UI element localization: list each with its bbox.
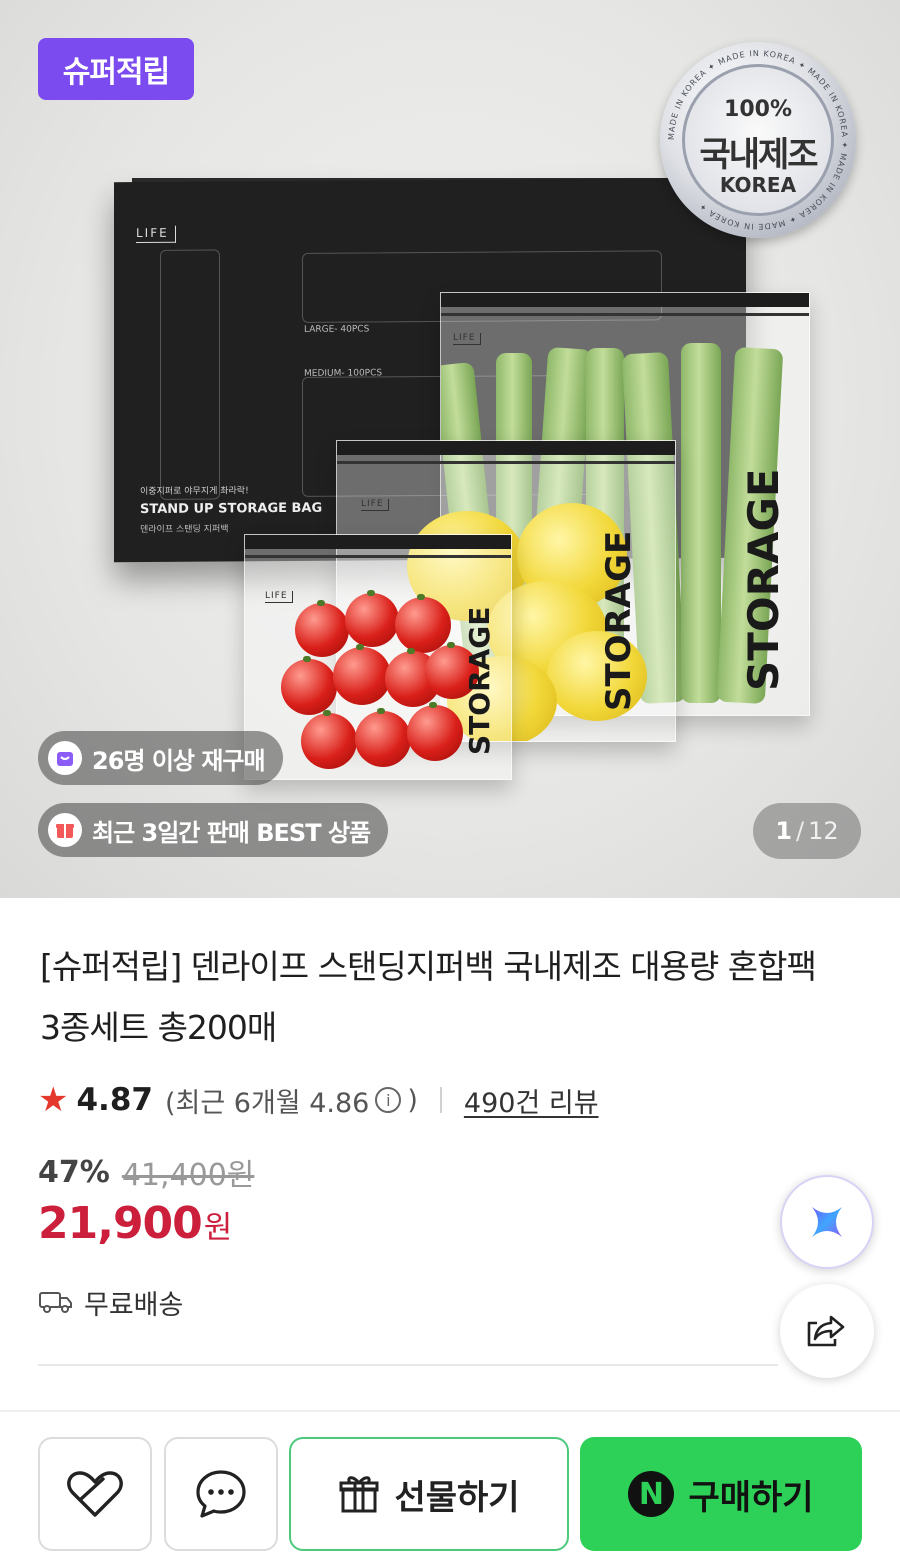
box-logo: LIFE bbox=[136, 225, 176, 244]
like-button[interactable] bbox=[38, 1437, 152, 1551]
tomato bbox=[301, 710, 357, 769]
ai-assistant-button[interactable] bbox=[780, 1175, 874, 1269]
bag-logo: LIFE bbox=[361, 499, 389, 511]
shipping-text: 무료배송 bbox=[84, 1289, 184, 1321]
buy-button[interactable]: N 구매하기 bbox=[580, 1437, 862, 1551]
info-icon[interactable]: i bbox=[375, 1087, 402, 1113]
discount-rate: 47% bbox=[38, 1154, 110, 1190]
tomato bbox=[295, 600, 349, 657]
naver-pay-logo: N bbox=[628, 1471, 675, 1517]
bag-logo: LIFE bbox=[265, 591, 293, 603]
sale-price: 21,900 bbox=[38, 1198, 203, 1249]
best-seller-text: 최근 3일간 판매 BEST 상품 bbox=[92, 818, 371, 847]
box-outline-small bbox=[160, 249, 220, 500]
rating-row: ★ 4.87 (최근 6개월 4.86 i ) 490건 리뷰 bbox=[38, 1076, 599, 1124]
celery-stalk bbox=[681, 343, 721, 703]
price-row: 21,900 원 bbox=[38, 1198, 232, 1249]
image-pager: 1 / 12 bbox=[753, 803, 861, 859]
currency-unit: 원 bbox=[203, 1210, 233, 1246]
share-icon bbox=[807, 1315, 845, 1347]
truck-icon bbox=[39, 1292, 72, 1313]
bottom-bar-divider bbox=[0, 1410, 900, 1412]
tomato bbox=[281, 656, 337, 715]
bag-zipper bbox=[245, 535, 511, 549]
seal-inner: 100% 국내제조 KOREA bbox=[682, 64, 834, 216]
bag-zipper-2 bbox=[337, 461, 675, 464]
super-points-badge: 슈퍼적립 bbox=[38, 38, 194, 100]
tomato bbox=[333, 644, 391, 705]
box-medium-label: MEDIUM- 100PCS bbox=[304, 368, 383, 379]
box-large-label: LARGE- 40PCS bbox=[304, 324, 370, 335]
bag-zipper-2 bbox=[245, 555, 511, 558]
bag-zipper bbox=[441, 293, 809, 307]
chat-button[interactable] bbox=[164, 1437, 278, 1551]
shipping-row: 무료배송 bbox=[38, 1280, 183, 1324]
recent-rating-suffix: ) bbox=[407, 1084, 418, 1116]
star-icon: ★ bbox=[38, 1080, 69, 1120]
tomato bbox=[395, 594, 451, 653]
shopping-bag-icon bbox=[48, 741, 82, 775]
pager-current: 1 bbox=[775, 817, 793, 845]
gift-box-icon bbox=[48, 813, 82, 847]
pager-total: 12 bbox=[808, 817, 839, 845]
gift-icon bbox=[339, 1476, 379, 1513]
box-subtitle-ko: 이중지퍼로 야무지게 촤라락! bbox=[140, 486, 249, 498]
tomato bbox=[345, 590, 399, 647]
box-subtitle-2: 덴라이프 스탠딩 지퍼백 bbox=[140, 524, 229, 536]
chat-bubble-icon bbox=[196, 1470, 246, 1518]
original-price: 41,400원 bbox=[121, 1158, 255, 1193]
buy-label: 구매하기 bbox=[688, 1477, 814, 1518]
bag-storage-text: STORAGE bbox=[599, 530, 639, 711]
repurchase-pill: 26명 이상 재구매 bbox=[38, 731, 283, 785]
bag-storage-text: STORAGE bbox=[463, 606, 496, 755]
product-title: [슈퍼적립] 덴라이프 스탠딩지퍼백 국내제조 대용량 혼합팩 3종세트 총20… bbox=[40, 947, 817, 1047]
product-image-carousel[interactable]: LIFE LARGE- 40PCS MEDIUM- 100PCS 이중지퍼로 야… bbox=[0, 0, 900, 898]
section-divider bbox=[38, 1364, 778, 1366]
gift-button[interactable]: 선물하기 bbox=[289, 1437, 569, 1551]
ai-sparkle-icon bbox=[812, 1207, 842, 1237]
tomato bbox=[355, 708, 411, 767]
seal-percent: 100% bbox=[724, 97, 792, 122]
small-storage-bag: LIFE STORAGE bbox=[244, 534, 512, 780]
rating-score: 4.87 bbox=[76, 1082, 153, 1118]
reviews-link[interactable]: 490건 리뷰 bbox=[464, 1081, 599, 1120]
box-title: STAND UP STORAGE BAG bbox=[140, 500, 323, 518]
bag-zipper-2 bbox=[441, 313, 809, 316]
discount-row: 47% 41,400원 bbox=[38, 1150, 254, 1194]
seal-main-text: 국내제조 bbox=[699, 135, 818, 175]
made-in-korea-seal: MADE IN KOREA ✦ MADE IN KOREA ✦ MADE IN … bbox=[660, 42, 856, 238]
tomato bbox=[407, 702, 463, 761]
recent-rating-prefix: (최근 6개월 4.86 bbox=[164, 1087, 370, 1119]
gift-label: 선물하기 bbox=[394, 1477, 520, 1518]
heart-icon bbox=[67, 1471, 123, 1517]
divider bbox=[439, 1087, 442, 1113]
share-button[interactable] bbox=[780, 1284, 874, 1378]
pager-separator: / bbox=[796, 817, 805, 845]
bag-storage-text: STORAGE bbox=[739, 468, 788, 691]
seal-korea-text: KOREA bbox=[719, 173, 797, 197]
repurchase-text: 26명 이상 재구매 bbox=[92, 746, 266, 775]
best-seller-pill: 최근 3일간 판매 BEST 상품 bbox=[38, 803, 389, 857]
bag-zipper bbox=[337, 441, 675, 455]
bag-logo: LIFE bbox=[453, 333, 481, 345]
